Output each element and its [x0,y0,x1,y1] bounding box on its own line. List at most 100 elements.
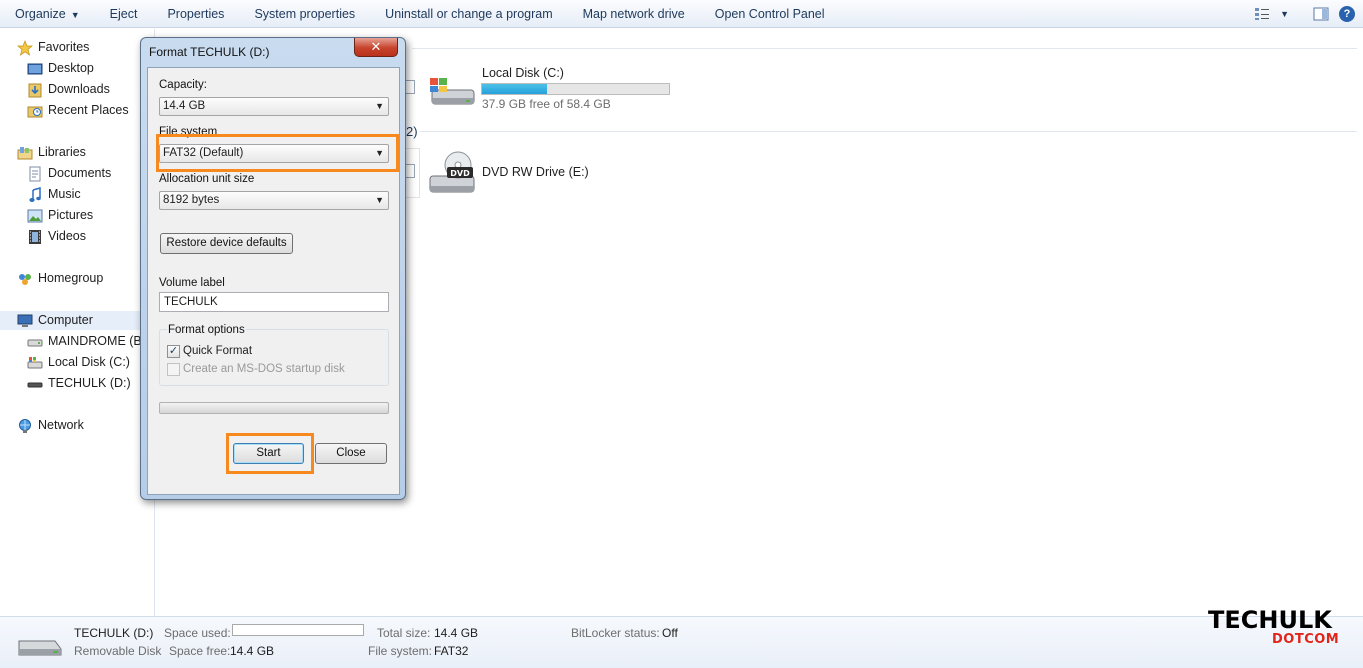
view-options-chevron-icon[interactable]: ▼ [1280,9,1289,19]
detail-drive-type: Removable Disk [74,644,162,658]
network-icon [19,418,31,433]
homegroup-icon [19,273,31,285]
removable-drive-icon [18,640,62,656]
space-used-bar [232,624,364,636]
quick-format-label[interactable]: Quick Format [183,345,252,357]
nav-label: MAINDROME (B:) [48,334,150,348]
format-progress-bar [159,402,389,414]
nav-computer[interactable]: Computer [0,311,155,330]
nav-label: Homegroup [38,271,104,285]
command-bar: Organize ▼ Eject Properties System proper… [0,0,1363,28]
dvd-drive-tile[interactable]: DVD DVD RW Drive (E:) [428,148,678,198]
documents-icon [29,166,41,181]
nav-label: Favorites [38,40,90,54]
drive-icon [27,339,43,346]
nav-music[interactable]: Music [27,185,81,204]
file-system-dropdown[interactable]: FAT32 (Default) ▼ [159,144,389,163]
open-control-panel-button[interactable]: Open Control Panel [700,0,840,28]
format-options-group [159,329,389,386]
nav-homegroup[interactable]: Homegroup [17,269,103,288]
nav-label: Local Disk (C:) [48,355,130,369]
nav-label: Music [48,187,81,201]
file-system-value: FAT32 (Default) [163,147,244,159]
nav-documents[interactable]: Documents [27,164,111,183]
volume-label-input[interactable]: TECHULK [159,292,389,312]
downloads-folder-icon [28,83,42,97]
watermark-logo-bottom: DOTCOM [1272,632,1340,647]
dropdown-arrow-icon: ▼ [375,101,384,111]
hard-disk-section-divider [412,48,1357,49]
local-disk-c-tile[interactable]: Local Disk (C:) 37.9 GB free of 58.4 GB [428,62,678,112]
nav-label: Videos [48,229,86,243]
tile-edge [406,164,415,178]
nav-videos[interactable]: Videos [27,227,86,246]
allocation-unit-dropdown[interactable]: 8192 bytes ▼ [159,191,389,210]
format-dialog: Format TECHULK (D:) ✕ Capacity: 14.4 GB … [140,37,406,500]
nav-pictures[interactable]: Pictures [27,206,93,225]
file-system-label: File system [159,126,218,138]
desktop-icon [27,63,43,74]
total-size-label: Total size: [377,626,431,640]
dialog-title: Format TECHULK (D:) [149,45,270,59]
detail-drive-name: TECHULK (D:) [74,626,154,640]
nav-label: TECHULK (D:) [48,376,131,390]
preview-pane-icon[interactable] [1313,7,1329,21]
svg-text:DVD: DVD [450,169,470,178]
nav-favorites[interactable]: Favorites [17,38,89,57]
nav-recent-places[interactable]: Recent Places [27,101,129,120]
file-system-detail-value: FAT32 [434,644,469,658]
properties-button[interactable]: Properties [152,0,239,28]
nav-desktop[interactable]: Desktop [27,59,94,78]
removable-section-divider [420,131,1357,132]
nav-label: Desktop [48,61,94,75]
msdos-startup-label[interactable]: Create an MS-DOS startup disk [183,363,345,375]
capacity-dropdown[interactable]: 14.4 GB ▼ [159,97,389,116]
nav-maindrome-drive[interactable]: MAINDROME (B:) [27,332,149,351]
format-options-label: Format options [167,324,246,336]
restore-defaults-button[interactable]: Restore device defaults [160,233,293,254]
change-view-icon[interactable] [1254,7,1270,21]
nav-label: Recent Places [48,103,129,117]
uninstall-program-button[interactable]: Uninstall or change a program [370,0,567,28]
dvd-drive-icon: DVD [429,151,475,193]
removable-drive-icon [27,382,43,387]
videos-film-icon [29,229,41,244]
system-drive-icon [27,356,43,368]
capacity-value: 14.4 GB [163,100,206,112]
drive-usage-bar [481,83,670,95]
quick-format-checkbox[interactable]: ✓ [167,345,180,358]
nav-libraries[interactable]: Libraries [17,143,86,162]
nav-techulk-drive[interactable]: TECHULK (D:) [27,374,131,393]
chevron-down-icon: ▼ [70,9,80,20]
capacity-label: Capacity: [159,79,207,91]
tile-edge [406,80,415,94]
nav-network[interactable]: Network [17,416,84,435]
eject-button[interactable]: Eject [95,0,153,28]
allocation-unit-label: Allocation unit size [159,173,255,185]
organize-menu[interactable]: Organize ▼ [0,0,95,28]
dialog-close-icon[interactable]: ✕ [354,38,398,57]
drive-name: DVD RW Drive (E:) [482,165,589,179]
dropdown-arrow-icon: ▼ [375,148,384,158]
dialog-body: Capacity: 14.4 GB ▼ File system FAT32 (D… [147,67,400,495]
navigation-pane: Favorites Desktop Downloads Recent Place… [0,29,155,616]
help-icon[interactable]: ? [1339,6,1355,22]
system-properties-button[interactable]: System properties [239,0,370,28]
allocation-unit-value: 8192 bytes [163,194,220,206]
organize-label: Organize [15,6,66,21]
drive-name: Local Disk (C:) [482,66,564,80]
close-button[interactable]: Close [315,443,387,464]
start-button[interactable]: Start [233,443,304,464]
file-system-detail-label: File system: [368,644,433,658]
dropdown-arrow-icon: ▼ [375,195,384,205]
map-network-drive-button[interactable]: Map network drive [568,0,700,28]
bitlocker-label: BitLocker status: [571,626,660,640]
nav-local-disk-c[interactable]: Local Disk (C:) [27,353,130,372]
nav-downloads[interactable]: Downloads [27,80,110,99]
volume-label-caption: Volume label [159,277,225,289]
space-free-value: 14.4 GB [230,644,275,658]
space-used-label: Space used: [164,626,231,640]
msdos-startup-checkbox[interactable] [167,363,180,376]
nav-label: Computer [38,313,93,327]
nav-label: Pictures [48,208,94,222]
